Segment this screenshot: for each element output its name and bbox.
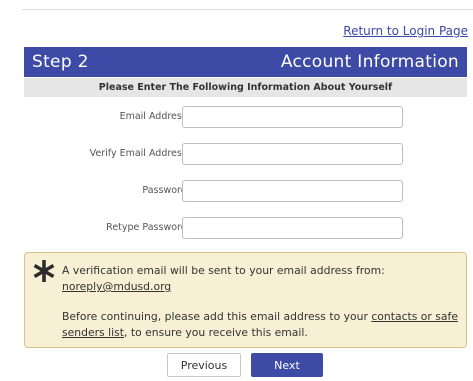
verify-email-row: Verify Email Address: xyxy=(24,143,467,167)
notice-line-2-prefix: Before continuing, please add this email… xyxy=(62,310,372,323)
step-label: Step 2 xyxy=(32,52,89,72)
retype-password-row: Retype Password: xyxy=(24,217,467,241)
top-divider xyxy=(22,9,473,10)
email-field[interactable] xyxy=(182,106,403,128)
verification-notice: A verification email will be sent to you… xyxy=(24,252,467,348)
return-to-login-link[interactable]: Return to Login Page xyxy=(343,24,468,38)
retype-password-field[interactable] xyxy=(182,217,403,239)
notice-line-1: A verification email will be sent to you… xyxy=(62,263,458,295)
sender-email-link[interactable]: noreply@mdusd.org xyxy=(62,280,171,293)
step-header: Step 2 Account Information xyxy=(24,47,467,77)
email-row: Email Address: xyxy=(24,106,467,130)
previous-button[interactable]: Previous xyxy=(167,353,241,377)
email-label: Email Address: xyxy=(119,111,190,122)
page-title: Account Information xyxy=(280,52,459,72)
notice-line-2: Before continuing, please add this email… xyxy=(62,309,458,341)
next-button[interactable]: Next xyxy=(251,353,323,377)
retype-password-label: Retype Password: xyxy=(106,222,190,233)
verify-email-field[interactable] xyxy=(182,143,403,165)
notice-line-2-suffix: , to ensure you receive this email. xyxy=(123,326,308,339)
password-field[interactable] xyxy=(182,180,403,202)
asterisk-icon xyxy=(33,260,55,282)
notice-line-1-text: A verification email will be sent to you… xyxy=(62,264,385,277)
verify-email-label: Verify Email Address: xyxy=(89,148,190,159)
form-instructions: Please Enter The Following Information A… xyxy=(24,78,467,97)
password-row: Password: xyxy=(24,180,467,204)
